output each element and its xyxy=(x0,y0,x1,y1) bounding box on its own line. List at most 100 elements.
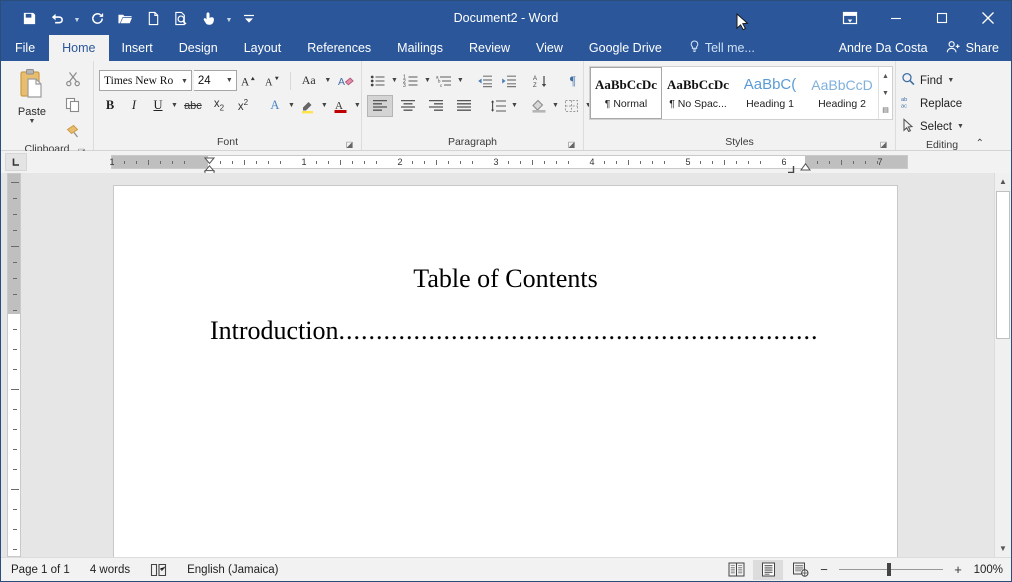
redo-icon[interactable] xyxy=(83,5,111,31)
customize-quick-access-icon[interactable] xyxy=(235,5,263,31)
tell-me-search[interactable]: Tell me... xyxy=(675,35,755,61)
style-heading-2[interactable]: AaBbCcD Heading 2 xyxy=(806,67,878,119)
bullets-icon[interactable] xyxy=(367,70,389,92)
font-color-caret[interactable]: ▼ xyxy=(354,102,361,109)
subscript-icon[interactable]: x2 xyxy=(208,95,230,117)
sort-icon[interactable]: AZ xyxy=(530,70,552,92)
text-highlight-icon[interactable] xyxy=(297,95,319,117)
minimize-button[interactable] xyxy=(873,1,919,35)
shading-icon[interactable] xyxy=(528,95,550,117)
align-center-icon[interactable] xyxy=(395,95,421,117)
justify-icon[interactable] xyxy=(451,95,477,117)
line-spacing-icon[interactable] xyxy=(487,95,509,117)
scroll-down-icon[interactable]: ▼ xyxy=(995,540,1011,557)
style-heading-1[interactable]: AaBbC( Heading 1 xyxy=(734,67,806,119)
tab-home[interactable]: Home xyxy=(49,35,109,61)
vertical-scrollbar[interactable]: ▲ ▼ xyxy=(994,173,1011,557)
paste-button[interactable]: Paste ▼ xyxy=(6,64,58,142)
increase-indent-icon[interactable] xyxy=(498,70,520,92)
text-highlight-caret[interactable]: ▼ xyxy=(321,102,328,109)
italic-icon[interactable]: I xyxy=(123,95,145,117)
multilevel-list-icon[interactable]: abc xyxy=(433,70,455,92)
zoom-out-button[interactable]: − xyxy=(817,562,831,577)
font-size-caret[interactable]: ▼ xyxy=(226,77,233,84)
scroll-up-icon[interactable]: ▲ xyxy=(995,173,1011,190)
style-normal[interactable]: AaBbCcDc ¶ Normal xyxy=(590,67,662,119)
numbering-caret[interactable]: ▼ xyxy=(424,77,431,84)
styles-scroll-down-icon[interactable]: ▼ xyxy=(882,85,889,102)
find-caret[interactable]: ▼ xyxy=(946,77,955,84)
select-button[interactable]: Select ▼ xyxy=(901,115,983,138)
share-button[interactable]: Share xyxy=(938,35,1011,61)
superscript-icon[interactable]: x2 xyxy=(232,95,254,117)
tab-design[interactable]: Design xyxy=(166,35,231,61)
open-icon[interactable] xyxy=(111,5,139,31)
web-layout-icon[interactable] xyxy=(785,560,815,580)
tab-stop-selector[interactable] xyxy=(5,153,27,171)
undo-icon[interactable] xyxy=(43,5,71,31)
styles-dialog-launcher[interactable]: ◪ xyxy=(879,140,888,149)
page-indicator[interactable]: Page 1 of 1 xyxy=(1,564,80,576)
language-indicator[interactable]: English (Jamaica) xyxy=(177,564,288,576)
new-document-icon[interactable] xyxy=(139,5,167,31)
underline-caret[interactable]: ▼ xyxy=(171,102,178,109)
strikethrough-icon[interactable]: abc xyxy=(180,95,206,117)
zoom-in-button[interactable]: + xyxy=(951,562,965,577)
text-effects-caret[interactable]: ▼ xyxy=(288,102,295,109)
proofing-errors-icon[interactable] xyxy=(140,563,177,577)
touch-mode-icon[interactable] xyxy=(195,5,223,31)
print-layout-icon[interactable] xyxy=(753,559,783,580)
change-case-icon[interactable]: Aa xyxy=(296,70,322,92)
scrollbar-thumb[interactable] xyxy=(996,191,1010,339)
paste-dropdown-caret[interactable]: ▼ xyxy=(29,118,36,125)
collapse-ribbon-icon[interactable]: ⌃ xyxy=(976,138,984,149)
align-right-icon[interactable] xyxy=(423,95,449,117)
account-name[interactable]: Andre Da Costa xyxy=(829,41,938,55)
bold-icon[interactable]: B xyxy=(99,95,121,117)
style-no-spacing[interactable]: AaBbCcDc ¶ No Spac... xyxy=(662,67,734,119)
format-painter-icon[interactable] xyxy=(62,120,84,142)
line-spacing-caret[interactable]: ▼ xyxy=(511,102,518,109)
replace-button[interactable]: ab ac Replace xyxy=(901,92,983,115)
save-icon[interactable] xyxy=(15,5,43,31)
tab-layout[interactable]: Layout xyxy=(231,35,295,61)
print-preview-icon[interactable] xyxy=(167,5,195,31)
close-button[interactable] xyxy=(965,1,1011,35)
font-color-icon[interactable]: A xyxy=(330,95,352,117)
tab-view[interactable]: View xyxy=(523,35,576,61)
clear-formatting-icon[interactable]: A xyxy=(334,70,356,92)
zoom-level[interactable]: 100% xyxy=(967,564,1003,576)
numbering-icon[interactable]: 123 xyxy=(400,70,422,92)
paragraph-dialog-launcher[interactable]: ◪ xyxy=(567,140,576,149)
tab-google-drive[interactable]: Google Drive xyxy=(576,35,675,61)
underline-icon[interactable]: U xyxy=(147,95,169,117)
decrease-indent-icon[interactable] xyxy=(474,70,496,92)
tab-mailings[interactable]: Mailings xyxy=(384,35,456,61)
font-dialog-launcher[interactable]: ◪ xyxy=(345,140,354,149)
align-left-icon[interactable] xyxy=(367,94,393,117)
zoom-slider[interactable] xyxy=(839,560,943,580)
find-button[interactable]: Find ▼ xyxy=(901,69,983,92)
vertical-ruler[interactable] xyxy=(7,173,21,557)
cut-icon[interactable] xyxy=(62,68,84,90)
grow-font-icon[interactable]: A xyxy=(239,70,261,92)
ribbon-display-options-icon[interactable] xyxy=(827,1,873,35)
maximize-button[interactable] xyxy=(919,1,965,35)
bullets-caret[interactable]: ▼ xyxy=(391,77,398,84)
font-name-caret[interactable]: ▼ xyxy=(181,77,188,85)
show-formatting-marks-icon[interactable]: ¶ xyxy=(562,70,584,92)
tab-references[interactable]: References xyxy=(294,35,384,61)
borders-icon[interactable] xyxy=(561,95,583,117)
tab-file[interactable]: File xyxy=(1,35,49,61)
text-effects-icon[interactable]: A xyxy=(264,95,286,117)
change-case-caret[interactable]: ▼ xyxy=(324,77,332,84)
document-page[interactable]: Table of Contents Introduction..........… xyxy=(114,186,897,557)
select-caret[interactable]: ▼ xyxy=(956,123,965,130)
font-size-input[interactable]: 24 ▼ xyxy=(193,70,237,91)
copy-icon[interactable] xyxy=(62,94,84,116)
shading-caret[interactable]: ▼ xyxy=(552,102,559,109)
zoom-thumb[interactable] xyxy=(887,563,891,576)
font-name-input[interactable]: Times New Ro ▼ xyxy=(99,70,192,91)
styles-scroll-up-icon[interactable]: ▲ xyxy=(882,68,889,85)
touch-mode-dropdown-caret[interactable]: ▼ xyxy=(223,5,235,31)
